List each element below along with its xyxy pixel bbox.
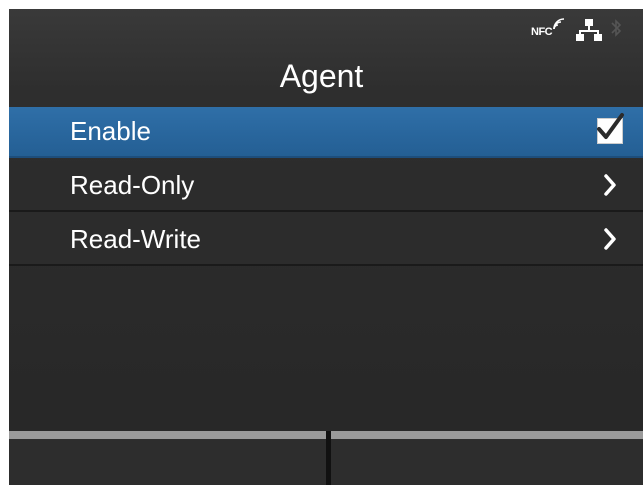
menu-item-read-write[interactable]: Read-Write [9,215,643,266]
menu-item-enable[interactable]: Enable [9,107,643,158]
menu-list: Enable Read-Only Read-Write [9,107,643,269]
chevron-right-icon [604,228,616,250]
network-icon [576,19,602,41]
menu-item-read-only[interactable]: Read-Only [9,161,643,212]
checkmark-icon [597,113,624,139]
status-bar: NFC [443,14,643,48]
printer-screen: NFC Agent Enable Read-Only Read-Write [0,0,643,485]
menu-item-label: Enable [70,116,151,146]
page-title: Agent [279,58,364,94]
nfc-waves-icon [553,18,565,30]
chevron-right-icon [604,174,616,196]
screen-border-top [0,0,643,9]
nfc-icon: NFC [531,26,553,38]
menu-item-label: Read-Write [70,224,202,254]
bluetooth-icon [611,19,622,37]
right-softkey[interactable] [331,431,643,485]
left-softkey[interactable] [9,431,326,485]
softkey-bar [9,431,643,485]
menu-item-label: Read-Only [70,170,195,200]
